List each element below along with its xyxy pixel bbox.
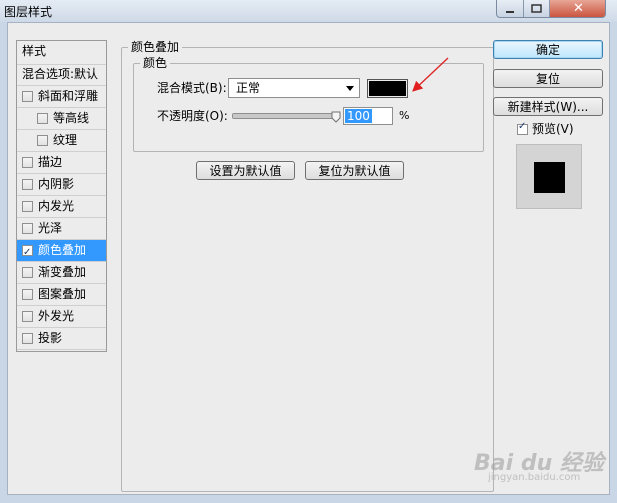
- annotation-arrow-icon: [412, 57, 449, 92]
- set-default-button[interactable]: 设置为默认值: [196, 161, 295, 180]
- layer-style-dialog: 图层样式 ✕ 样式 混合选项:默认斜面和浮雕等高线纹理描边内阴影内发光光泽颜色叠…: [0, 0, 617, 503]
- style-list-header-label: 样式: [22, 44, 47, 58]
- maximize-icon: [531, 4, 542, 13]
- maximize-button[interactable]: [523, 0, 549, 17]
- style-item-checkbox[interactable]: [22, 157, 33, 168]
- reset-button[interactable]: 复位: [493, 69, 603, 88]
- new-style-button[interactable]: 新建样式(W)...: [493, 97, 603, 116]
- style-item-checkbox[interactable]: [22, 91, 33, 102]
- title-bar[interactable]: 图层样式 ✕: [0, 0, 617, 22]
- style-list: 样式 混合选项:默认斜面和浮雕等高线纹理描边内阴影内发光光泽颜色叠加渐变叠加图案…: [16, 40, 107, 352]
- style-item-label: 内阴影: [38, 177, 75, 191]
- style-item[interactable]: 投影: [17, 328, 106, 350]
- color-subgroup-title: 颜色: [140, 56, 171, 70]
- style-item[interactable]: 斜面和浮雕: [17, 86, 106, 108]
- opacity-slider-fill: [233, 114, 335, 118]
- style-item[interactable]: 渐变叠加: [17, 262, 106, 284]
- slider-thumb-icon: [331, 111, 341, 123]
- style-item-checkbox[interactable]: [22, 179, 33, 190]
- blend-mode-select[interactable]: 正常: [228, 78, 360, 98]
- style-item[interactable]: 描边: [17, 152, 106, 174]
- preview-label: 预览(V): [532, 122, 574, 136]
- style-item-label: 纹理: [53, 133, 78, 147]
- style-item-label: 投影: [38, 331, 63, 345]
- opacity-input[interactable]: 100: [343, 107, 393, 125]
- style-item-checkbox[interactable]: [22, 223, 33, 234]
- style-item-label: 光泽: [38, 221, 63, 235]
- style-item-label: 图案叠加: [38, 287, 87, 301]
- dialog-body: 样式 混合选项:默认斜面和浮雕等高线纹理描边内阴影内发光光泽颜色叠加渐变叠加图案…: [7, 22, 610, 495]
- preview-checkbox[interactable]: [517, 121, 528, 135]
- style-item-label: 斜面和浮雕: [38, 89, 99, 103]
- style-item-checkbox[interactable]: [22, 333, 33, 344]
- window-controls: ✕: [496, 0, 606, 18]
- style-item-checkbox[interactable]: [22, 289, 33, 300]
- close-icon: ✕: [573, 1, 584, 16]
- style-item-label: 等高线: [53, 111, 90, 125]
- style-item-label: 颜色叠加: [38, 243, 87, 257]
- style-item[interactable]: 颜色叠加: [17, 240, 106, 262]
- style-item-checkbox[interactable]: [22, 311, 33, 322]
- opacity-unit: %: [399, 109, 410, 122]
- color-overlay-group: 颜色叠加 颜色 混合模式(B): 正常 不透明度(O): 100 % 设置为默认…: [121, 40, 494, 492]
- close-button[interactable]: ✕: [549, 0, 605, 17]
- style-item-checkbox[interactable]: [22, 242, 33, 261]
- style-item[interactable]: 图案叠加: [17, 284, 106, 306]
- style-item[interactable]: 内发光: [17, 196, 106, 218]
- minimize-button[interactable]: [497, 0, 523, 17]
- style-item-label: 内发光: [38, 199, 75, 213]
- style-preview: [516, 144, 582, 209]
- style-item-checkbox[interactable]: [22, 201, 33, 212]
- blend-mode-label: 混合模式(B):: [157, 81, 227, 95]
- watermark-url: jingyan.baidu.com: [488, 472, 581, 483]
- style-item-label: 渐变叠加: [38, 265, 87, 279]
- style-item[interactable]: 纹理: [17, 130, 106, 152]
- style-item-checkbox[interactable]: [22, 267, 33, 278]
- chevron-down-icon: [346, 86, 354, 91]
- style-item-checkbox[interactable]: [37, 135, 48, 146]
- blend-mode-value: 正常: [236, 81, 261, 95]
- opacity-value: 100: [345, 109, 372, 123]
- style-item-checkbox[interactable]: [37, 113, 48, 124]
- style-item[interactable]: 外发光: [17, 306, 106, 328]
- reset-default-button[interactable]: 复位为默认值: [305, 161, 404, 180]
- style-item[interactable]: 等高线: [17, 108, 106, 130]
- style-item-label: 描边: [38, 155, 63, 169]
- opacity-slider-thumb[interactable]: [331, 111, 341, 123]
- style-list-header[interactable]: 样式: [17, 41, 106, 65]
- watermark: Bai du 经验 jingyan.baidu.com: [474, 445, 604, 485]
- style-item[interactable]: 内阴影: [17, 174, 106, 196]
- preview-swatch: [534, 162, 565, 193]
- style-item[interactable]: 混合选项:默认: [17, 64, 106, 86]
- style-item-label: 混合选项:默认: [22, 67, 99, 81]
- style-item-label: 外发光: [38, 309, 75, 323]
- window-title: 图层样式: [4, 5, 53, 19]
- opacity-label: 不透明度(O):: [157, 109, 228, 123]
- minimize-icon: [506, 11, 514, 13]
- style-item[interactable]: 光泽: [17, 218, 106, 240]
- opacity-slider-track[interactable]: [232, 113, 336, 119]
- ok-button[interactable]: 确定: [493, 40, 603, 59]
- color-overlay-title: 颜色叠加: [128, 40, 183, 54]
